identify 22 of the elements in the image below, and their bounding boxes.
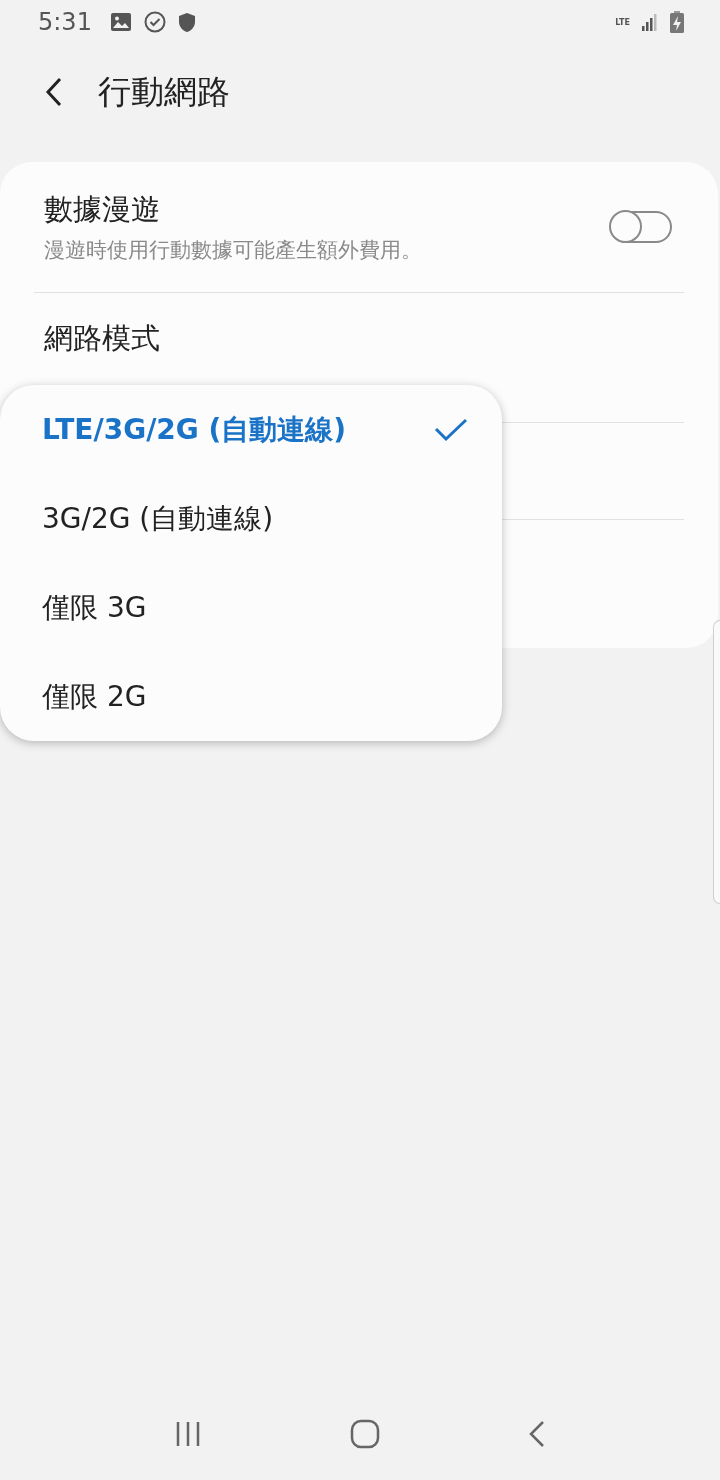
setting-title: 數據漫遊 xyxy=(44,191,161,228)
shield-icon xyxy=(177,11,196,33)
option-item[interactable]: 僅限 2G xyxy=(42,652,468,741)
home-button[interactable] xyxy=(350,1419,380,1449)
recent-apps-button[interactable] xyxy=(174,1421,202,1447)
check-circle-icon xyxy=(143,11,166,33)
check-icon xyxy=(434,417,468,442)
signal-icon xyxy=(642,13,658,31)
status-time: 5:31 xyxy=(38,8,92,36)
setting-title: 網路模式 xyxy=(44,320,160,357)
option-item[interactable]: 僅限 3G xyxy=(42,563,468,652)
back-nav-button[interactable] xyxy=(528,1420,546,1448)
network-type: LTE xyxy=(615,17,630,27)
back-icon xyxy=(44,76,64,108)
image-icon xyxy=(109,12,132,32)
toggle-switch[interactable] xyxy=(610,211,672,243)
option-item[interactable]: LTE/3G/2G (自動連線) xyxy=(42,385,468,474)
option-item[interactable]: 3G/2G (自動連線) xyxy=(42,474,468,563)
scroll-handle[interactable] xyxy=(713,620,720,904)
setting-description: 漫遊時使用行動數據可能產生額外費用。 xyxy=(44,237,422,264)
battery-charging-icon xyxy=(670,11,684,33)
page-title: 行動網路 xyxy=(98,70,230,113)
